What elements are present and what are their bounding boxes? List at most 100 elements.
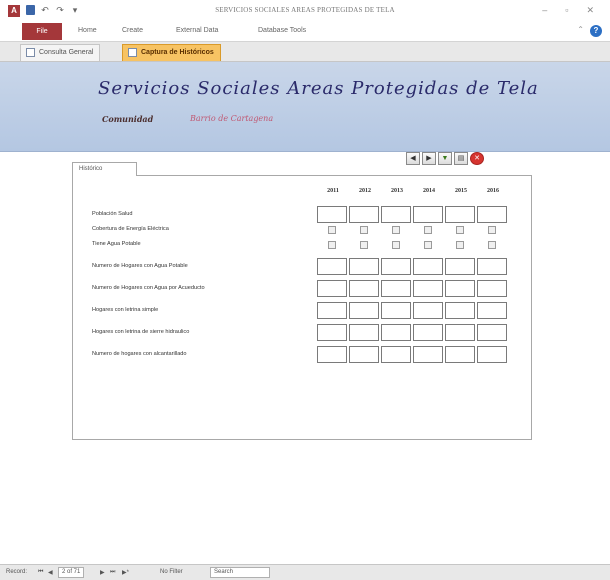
year-checkbox[interactable] (424, 241, 432, 249)
previous-record-nav[interactable]: ◀ (48, 569, 53, 576)
next-record-nav[interactable]: ▶ (100, 569, 105, 576)
year-input[interactable] (381, 206, 411, 223)
year-input[interactable] (413, 206, 443, 223)
window-controls: – ▫ ✕ (542, 5, 594, 16)
year-input[interactable] (477, 346, 507, 363)
filter-button[interactable]: ▼ (438, 152, 452, 165)
minimize-button[interactable]: – (542, 5, 547, 16)
form-detail: ◀ ▶ ▼ ▤ ✕ Histórico 2011 2012 2013 2014 … (0, 152, 610, 564)
tab-create[interactable]: Create (122, 27, 143, 34)
tab-historico[interactable]: Histórico (72, 162, 137, 176)
year-input[interactable] (349, 258, 379, 275)
year-checkbox[interactable] (456, 226, 464, 234)
year-input[interactable] (413, 280, 443, 297)
year-input[interactable] (317, 258, 347, 275)
year-checkbox-cell (317, 239, 347, 251)
last-record-button[interactable]: ⏭ (110, 569, 115, 576)
year-checkbox-cell (413, 239, 443, 251)
year-fields-row (317, 280, 509, 297)
new-record-button[interactable]: ▶* (122, 569, 129, 576)
tab-label: Consulta General (39, 49, 94, 56)
tab-home[interactable]: Home (78, 27, 97, 34)
tab-consulta-general[interactable]: Consulta General (20, 44, 101, 61)
close-form-button[interactable]: ✕ (470, 152, 484, 165)
report-button[interactable]: ▤ (454, 152, 468, 165)
year-input[interactable] (317, 324, 347, 341)
year-input[interactable] (349, 346, 379, 363)
year-checkbox[interactable] (328, 226, 336, 234)
year-checkbox[interactable] (328, 241, 336, 249)
field-label: Hogares con letrina simple (92, 307, 159, 313)
year-fields-row (317, 324, 509, 341)
year-input[interactable] (381, 258, 411, 275)
year-checkbox-cell (381, 239, 411, 251)
tab-database-tools[interactable]: Database Tools (258, 27, 306, 34)
ribbon-tabs: File Home Create External Data Database … (0, 22, 610, 42)
field-label: Numero de hogares con alcantarillado (92, 351, 187, 357)
year-input[interactable] (445, 206, 475, 223)
record-position-field[interactable]: 2 of 71 (58, 567, 85, 578)
year-input[interactable] (317, 346, 347, 363)
year-input[interactable] (349, 206, 379, 223)
tab-file[interactable]: File (22, 23, 62, 40)
year-input[interactable] (477, 258, 507, 275)
year-input[interactable] (445, 302, 475, 319)
record-nav-buttons: ◀ ▶ ▼ ▤ ✕ (406, 152, 484, 165)
year-input[interactable] (349, 324, 379, 341)
search-input[interactable]: Search (210, 567, 270, 578)
year-checkbox[interactable] (488, 226, 496, 234)
year-input[interactable] (477, 206, 507, 223)
year-checkbox-cell (445, 224, 475, 236)
year-input[interactable] (317, 302, 347, 319)
year-input[interactable] (381, 302, 411, 319)
year-input[interactable] (477, 280, 507, 297)
previous-record-button[interactable]: ◀ (406, 152, 420, 165)
year-fields-row (317, 224, 509, 236)
year-checkbox-cell (413, 224, 443, 236)
year-input[interactable] (445, 280, 475, 297)
year-fields-row (317, 239, 509, 251)
form-icon (26, 48, 35, 57)
filter-status[interactable]: No Filter (160, 569, 183, 575)
year-input[interactable] (413, 302, 443, 319)
year-input[interactable] (381, 280, 411, 297)
year-checkbox[interactable] (360, 241, 368, 249)
year-input[interactable] (413, 324, 443, 341)
year-input[interactable] (381, 324, 411, 341)
year-input[interactable] (413, 346, 443, 363)
field-label: Hogares con letrina de sierre hidraulico (92, 329, 190, 335)
year-checkbox-cell (317, 224, 347, 236)
year-checkbox[interactable] (360, 226, 368, 234)
year-input[interactable] (477, 302, 507, 319)
year-input[interactable] (349, 302, 379, 319)
year-header: 2011 (327, 188, 339, 194)
minimize-ribbon-icon[interactable]: ⌃ (577, 25, 584, 34)
next-record-button[interactable]: ▶ (422, 152, 436, 165)
year-checkbox[interactable] (392, 241, 400, 249)
year-header: 2013 (391, 188, 403, 194)
year-input[interactable] (317, 206, 347, 223)
year-checkbox[interactable] (424, 226, 432, 234)
year-input[interactable] (477, 324, 507, 341)
year-checkbox[interactable] (392, 226, 400, 234)
year-input[interactable] (413, 258, 443, 275)
year-input[interactable] (381, 346, 411, 363)
year-input[interactable] (445, 258, 475, 275)
year-checkbox[interactable] (488, 241, 496, 249)
year-input[interactable] (445, 346, 475, 363)
title-bar: A ↶ ↷ ▾ SERVICIOS SOCIALES AREAS PROTEGI… (0, 0, 610, 22)
year-input[interactable] (445, 324, 475, 341)
tab-captura-de-historicos[interactable]: Captura de Históricos (122, 44, 221, 61)
maximize-button[interactable]: ▫ (565, 5, 568, 16)
first-record-button[interactable]: ⏮ (38, 569, 43, 576)
year-input[interactable] (349, 280, 379, 297)
help-icon[interactable]: ? (590, 25, 602, 37)
form-title: Servicios Sociales Areas Protegidas de T… (98, 78, 539, 99)
form-header: Servicios Sociales Areas Protegidas de T… (0, 62, 610, 152)
year-input[interactable] (317, 280, 347, 297)
field-label: Numero de Hogares con Agua Potable (92, 263, 188, 269)
close-window-button[interactable]: ✕ (586, 5, 594, 16)
tab-external-data[interactable]: External Data (176, 27, 218, 34)
year-checkbox[interactable] (456, 241, 464, 249)
year-headers: 2011 2012 2013 2014 2015 2016 (317, 188, 509, 194)
